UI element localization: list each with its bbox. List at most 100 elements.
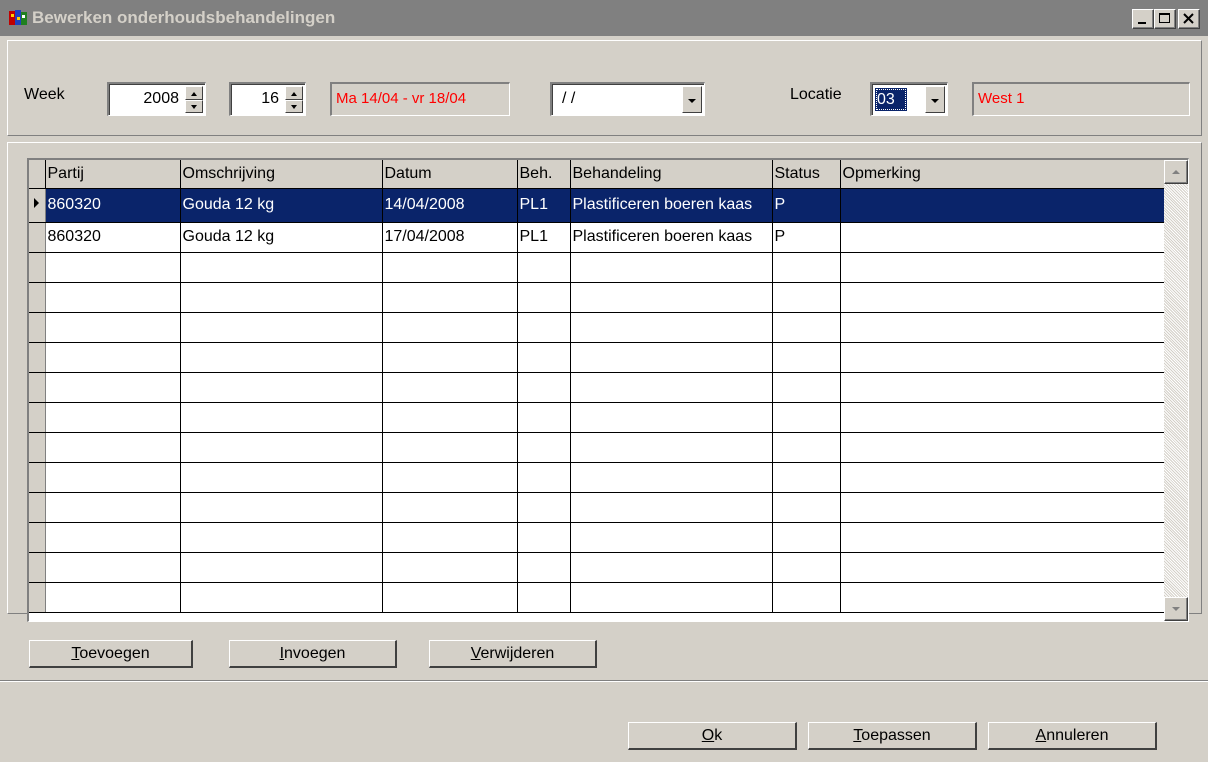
empty-cell[interactable] bbox=[180, 372, 383, 403]
empty-cell[interactable] bbox=[570, 462, 773, 493]
table-row[interactable]: 860320 Gouda 12 kg 14/04/2008 PL1 Plasti… bbox=[29, 188, 1166, 223]
year-spin-buttons[interactable] bbox=[185, 86, 203, 113]
locatie-dropdown-button[interactable] bbox=[925, 86, 945, 113]
empty-cell[interactable] bbox=[517, 252, 571, 283]
empty-cell[interactable] bbox=[772, 492, 841, 523]
empty-cell[interactable] bbox=[180, 492, 383, 523]
cell-behandeling[interactable]: Plastificeren boeren kaas bbox=[570, 222, 773, 253]
cell-status[interactable]: P bbox=[772, 188, 841, 223]
empty-cell[interactable] bbox=[180, 342, 383, 373]
empty-cell[interactable] bbox=[840, 582, 1166, 613]
empty-cell[interactable] bbox=[840, 552, 1166, 583]
empty-table-row[interactable] bbox=[29, 432, 1166, 463]
cell-opmerking[interactable] bbox=[840, 222, 1166, 253]
row-indicator[interactable] bbox=[29, 522, 46, 553]
empty-cell[interactable] bbox=[772, 582, 841, 613]
week-spin-buttons[interactable] bbox=[285, 86, 303, 113]
row-indicator[interactable] bbox=[29, 342, 46, 373]
ok-button[interactable]: Ok bbox=[628, 722, 797, 750]
empty-cell[interactable] bbox=[180, 312, 383, 343]
row-indicator[interactable] bbox=[29, 252, 46, 283]
empty-cell[interactable] bbox=[382, 282, 518, 313]
row-indicator[interactable] bbox=[29, 582, 46, 613]
empty-cell[interactable] bbox=[45, 522, 181, 553]
empty-cell[interactable] bbox=[772, 522, 841, 553]
empty-cell[interactable] bbox=[517, 522, 571, 553]
empty-table-row[interactable] bbox=[29, 282, 1166, 313]
empty-cell[interactable] bbox=[772, 312, 841, 343]
empty-cell[interactable] bbox=[570, 312, 773, 343]
empty-cell[interactable] bbox=[570, 492, 773, 523]
empty-cell[interactable] bbox=[517, 312, 571, 343]
empty-cell[interactable] bbox=[772, 282, 841, 313]
row-indicator[interactable] bbox=[29, 552, 46, 583]
cell-omschrijving[interactable]: Gouda 12 kg bbox=[180, 188, 383, 223]
column-header-omschrijving[interactable]: Omschrijving bbox=[180, 160, 383, 189]
apply-button[interactable]: Toepassen bbox=[808, 722, 977, 750]
empty-cell[interactable] bbox=[517, 492, 571, 523]
empty-cell[interactable] bbox=[840, 402, 1166, 433]
empty-cell[interactable] bbox=[840, 492, 1166, 523]
empty-cell[interactable] bbox=[570, 522, 773, 553]
scroll-up-button[interactable] bbox=[1164, 160, 1188, 184]
empty-cell[interactable] bbox=[45, 582, 181, 613]
empty-table-row[interactable] bbox=[29, 462, 1166, 493]
empty-cell[interactable] bbox=[570, 552, 773, 583]
empty-cell[interactable] bbox=[517, 342, 571, 373]
empty-cell[interactable] bbox=[517, 282, 571, 313]
empty-cell[interactable] bbox=[382, 462, 518, 493]
empty-cell[interactable] bbox=[772, 552, 841, 583]
empty-table-row[interactable] bbox=[29, 342, 1166, 373]
cell-omschrijving[interactable]: Gouda 12 kg bbox=[180, 222, 383, 253]
week-spinner[interactable]: 16 bbox=[229, 82, 306, 116]
empty-cell[interactable] bbox=[180, 462, 383, 493]
empty-table-row[interactable] bbox=[29, 312, 1166, 343]
treatments-grid[interactable]: Partij Omschrijving Datum Beh. Behandeli… bbox=[27, 158, 1189, 622]
delete-row-button[interactable]: Verwijderen bbox=[429, 640, 597, 668]
date-select-dropdown-button[interactable] bbox=[682, 86, 702, 113]
cell-datum[interactable]: 14/04/2008 bbox=[382, 188, 518, 223]
empty-cell[interactable] bbox=[772, 462, 841, 493]
empty-cell[interactable] bbox=[570, 372, 773, 403]
empty-cell[interactable] bbox=[382, 552, 518, 583]
empty-table-row[interactable] bbox=[29, 522, 1166, 553]
empty-cell[interactable] bbox=[180, 582, 383, 613]
column-header-status[interactable]: Status bbox=[772, 160, 841, 189]
empty-cell[interactable] bbox=[772, 432, 841, 463]
cell-status[interactable]: P bbox=[772, 222, 841, 253]
cell-datum[interactable]: 17/04/2008 bbox=[382, 222, 518, 253]
insert-row-button[interactable]: Invoegen bbox=[229, 640, 397, 668]
empty-cell[interactable] bbox=[45, 252, 181, 283]
empty-cell[interactable] bbox=[180, 282, 383, 313]
empty-cell[interactable] bbox=[382, 492, 518, 523]
empty-cell[interactable] bbox=[45, 432, 181, 463]
cell-partij[interactable]: 860320 bbox=[45, 188, 181, 223]
empty-table-row[interactable] bbox=[29, 372, 1166, 403]
row-indicator[interactable] bbox=[29, 462, 46, 493]
year-up-arrow-icon[interactable] bbox=[185, 86, 203, 100]
empty-table-row[interactable] bbox=[29, 582, 1166, 613]
empty-cell[interactable] bbox=[517, 372, 571, 403]
empty-cell[interactable] bbox=[840, 342, 1166, 373]
empty-cell[interactable] bbox=[382, 582, 518, 613]
empty-cell[interactable] bbox=[45, 492, 181, 523]
empty-cell[interactable] bbox=[517, 402, 571, 433]
cancel-button[interactable]: Annuleren bbox=[988, 722, 1157, 750]
column-header-partij[interactable]: Partij bbox=[45, 160, 181, 189]
empty-cell[interactable] bbox=[45, 552, 181, 583]
cell-partij[interactable]: 860320 bbox=[45, 222, 181, 253]
add-row-button[interactable]: Toevoegen bbox=[29, 640, 193, 668]
empty-table-row[interactable] bbox=[29, 252, 1166, 283]
locatie-select[interactable]: 03 bbox=[870, 82, 948, 116]
table-row[interactable]: 860320 Gouda 12 kg 17/04/2008 PL1 Plasti… bbox=[29, 222, 1166, 253]
column-header-behandeling[interactable]: Behandeling bbox=[570, 160, 773, 189]
minimize-button[interactable] bbox=[1132, 9, 1154, 29]
column-header-beh[interactable]: Beh. bbox=[517, 160, 571, 189]
empty-cell[interactable] bbox=[45, 372, 181, 403]
empty-cell[interactable] bbox=[570, 342, 773, 373]
empty-cell[interactable] bbox=[45, 282, 181, 313]
empty-cell[interactable] bbox=[840, 522, 1166, 553]
row-indicator[interactable] bbox=[29, 312, 46, 343]
year-down-arrow-icon[interactable] bbox=[185, 99, 203, 113]
empty-cell[interactable] bbox=[840, 312, 1166, 343]
